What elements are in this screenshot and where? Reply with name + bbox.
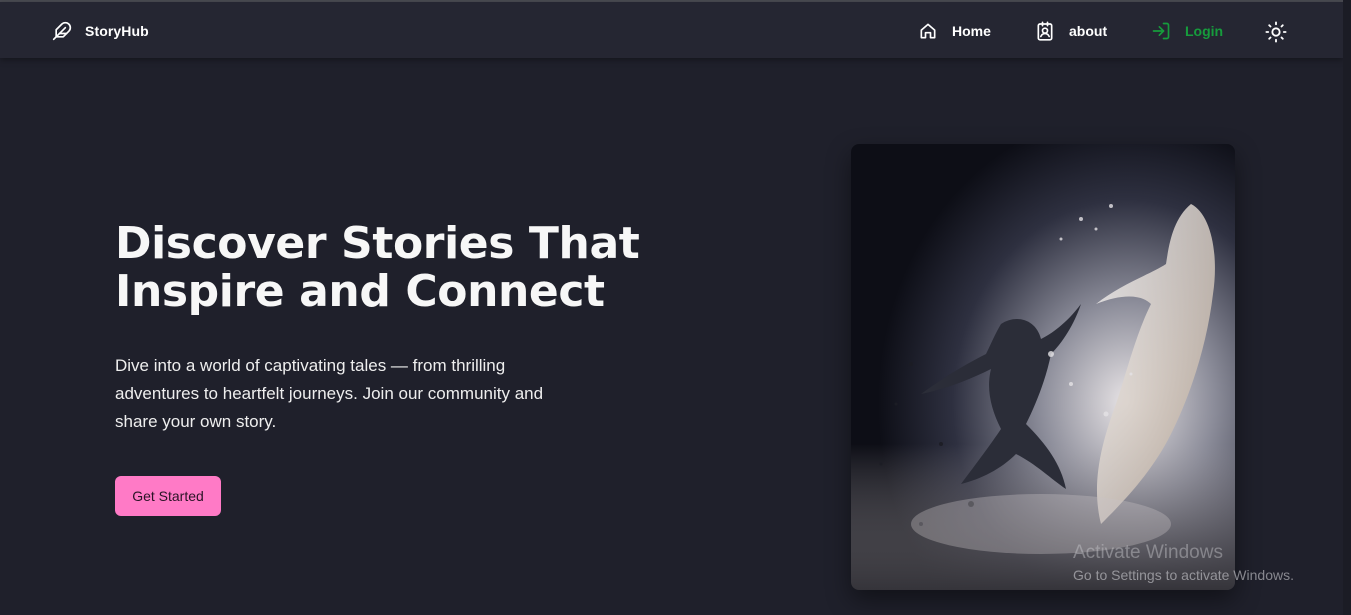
nav-home[interactable]: Home <box>918 20 991 42</box>
brand-name: StoryHub <box>85 23 149 39</box>
home-icon <box>920 23 936 39</box>
windows-activation-subtitle: Go to Settings to activate Windows. <box>1073 567 1294 583</box>
nav-about-label: about <box>1069 23 1108 39</box>
hero-illustration <box>851 144 1235 590</box>
get-started-button[interactable]: Get Started <box>115 476 221 516</box>
hero-title: Discover Stories That Inspire and Connec… <box>115 218 640 317</box>
hero-description: Dive into a world of captivating tales —… <box>115 356 544 431</box>
brand-logo[interactable]: StoryHub <box>52 20 149 42</box>
page-scrollbar[interactable] <box>1343 0 1351 615</box>
feather-icon <box>52 21 72 41</box>
theme-toggle-button[interactable] <box>1265 21 1287 43</box>
contact-badge-icon <box>1037 21 1053 41</box>
login-icon <box>1152 22 1170 40</box>
nav-home-label: Home <box>952 23 991 39</box>
nav-login-label: Login <box>1185 23 1224 39</box>
navbar: StoryHub Home about Login <box>0 2 1343 58</box>
windows-activation-title: Activate Windows <box>1073 542 1223 563</box>
hero-image <box>851 144 1235 590</box>
sun-icon <box>1265 21 1287 43</box>
nav-login[interactable]: Login <box>1151 20 1223 42</box>
nav-about[interactable]: about <box>1035 20 1107 42</box>
